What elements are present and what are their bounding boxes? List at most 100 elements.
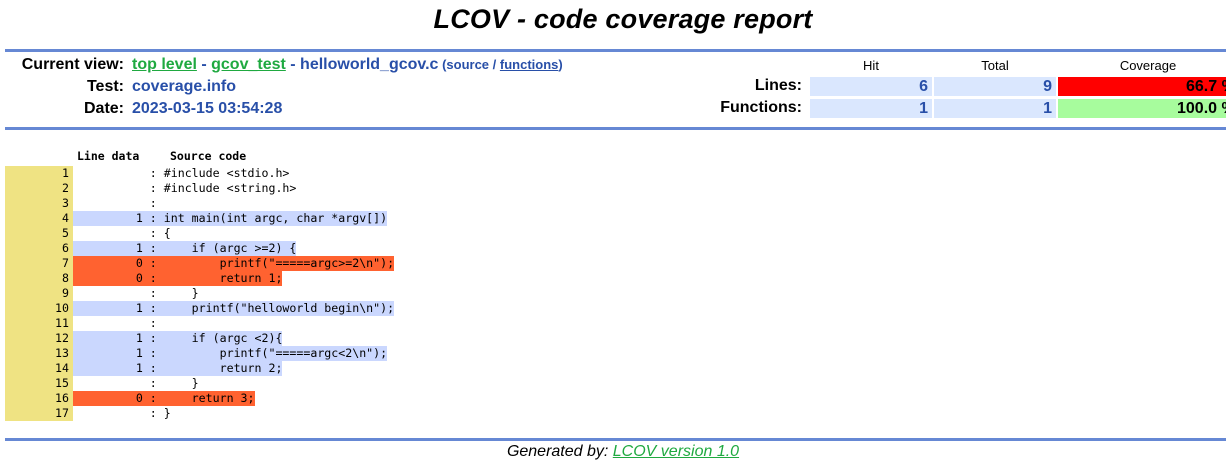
source-line: 5 : {	[5, 226, 394, 241]
footer: Generated by: LCOV version 1.0	[0, 443, 1226, 461]
line-separator: :	[142, 316, 164, 330]
line-separator: :	[142, 226, 164, 240]
generated-by-label: Generated by:	[506, 443, 613, 460]
test-value: coverage.info	[132, 78, 237, 95]
functions-view-link[interactable]: functions	[500, 57, 559, 72]
line-separator: :	[142, 256, 164, 270]
source-line: 7 0 : printf("=====argc>=2\n");	[5, 256, 395, 271]
line-source-text: printf("=====argc<2\n");	[163, 346, 388, 360]
date-value: 2023-03-15 03:54:28	[132, 100, 283, 117]
source-line: 11 :	[5, 316, 394, 331]
line-count: 1	[73, 331, 143, 345]
line-source-text: }	[163, 376, 199, 390]
line-number: 6	[5, 241, 73, 256]
line-source-text: {	[163, 226, 171, 240]
source-line: 3 :	[5, 196, 394, 211]
line-count: 1	[73, 241, 143, 255]
paren-close: )	[558, 57, 563, 72]
line-count	[73, 376, 143, 390]
line-count	[73, 196, 143, 210]
line-separator: :	[142, 406, 164, 420]
line-number: 4	[5, 211, 73, 226]
line-body: : {	[73, 226, 171, 241]
line-body: : }	[73, 376, 199, 391]
source-line: 9 : }	[5, 286, 394, 301]
line-source-text: if (argc <2){	[163, 331, 283, 345]
source-line: 4 1 : int main(int argc, char *argv[])	[5, 211, 394, 226]
line-body: : }	[73, 406, 171, 421]
line-source-text: #include <string.h>	[163, 181, 297, 195]
line-count: 0	[73, 256, 143, 270]
breadcrumb-top-level-link[interactable]: top level	[132, 56, 197, 73]
line-number: 10	[5, 301, 73, 316]
line-body: 1 : printf("=====argc<2\n");	[73, 346, 388, 361]
line-source-text: printf("=====argc>=2\n");	[163, 256, 395, 270]
breadcrumb-separator: -	[196, 56, 212, 73]
line-body: :	[73, 316, 164, 331]
line-separator: :	[142, 181, 164, 195]
line-body: 1 : if (argc <2){	[73, 331, 283, 346]
breadcrumb: top level - gcov_test - helloworld_gcov.…	[132, 56, 563, 74]
line-count: 1	[73, 211, 143, 225]
line-count	[73, 316, 143, 330]
header-bottom-rule	[5, 127, 1226, 130]
col-head-hit: Hit	[863, 58, 879, 73]
current-view-label: Current view:	[21, 56, 124, 73]
line-count	[73, 166, 143, 180]
line-separator: :	[142, 271, 164, 285]
line-body: 1 : int main(int argc, char *argv[])	[73, 211, 388, 226]
line-body: 1 : printf("helloworld begin\n");	[73, 301, 395, 316]
source-listing: 1 : #include <stdio.h> 2 : #include <stri…	[5, 166, 395, 421]
col-head-total: Total	[981, 58, 1009, 73]
source-code-heading: Source code	[170, 149, 247, 163]
line-separator: :	[142, 391, 164, 405]
line-count: 0	[73, 391, 143, 405]
line-count	[73, 226, 143, 240]
page-title: LCOV - code coverage report	[433, 4, 813, 34]
line-source-text: return 3;	[163, 391, 255, 405]
source-line: 1 : #include <stdio.h>	[5, 166, 394, 181]
line-data-heading: Line data	[77, 149, 140, 163]
line-separator: :	[142, 361, 164, 375]
source-line: 15 : }	[5, 376, 394, 391]
source-line: 2 : #include <string.h>	[5, 181, 394, 196]
source-line: 14 1 : return 2;	[5, 361, 394, 376]
line-body: 0 : return 1;	[73, 271, 283, 286]
functions-label: Functions:	[720, 99, 802, 116]
line-count	[73, 406, 143, 420]
date-label: Date:	[83, 100, 124, 117]
line-separator: :	[142, 301, 164, 315]
functions-hit: 1	[810, 99, 932, 118]
line-number: 15	[5, 376, 73, 391]
line-number: 1	[5, 166, 73, 181]
line-source-text: printf("helloworld begin\n");	[163, 301, 395, 315]
line-number: 8	[5, 271, 73, 286]
line-source-text: if (argc >=2) {	[163, 241, 297, 255]
line-number: 3	[5, 196, 73, 211]
line-separator: :	[142, 241, 164, 255]
line-separator: :	[142, 376, 164, 390]
line-number: 11	[5, 316, 73, 331]
line-separator: :	[142, 331, 164, 345]
line-number: 7	[5, 256, 73, 271]
line-body: 0 : return 3;	[73, 391, 255, 406]
header-top-rule	[5, 49, 1226, 52]
view-separator: /	[489, 57, 500, 72]
lcov-version-link[interactable]: LCOV version 1.0	[613, 443, 739, 460]
line-source-text: }	[163, 286, 199, 300]
line-body: 1 : if (argc >=2) {	[73, 241, 297, 256]
line-number: 16	[5, 391, 73, 406]
source-line: 10 1 : printf("helloworld begin\n");	[5, 301, 395, 316]
source-line: 13 1 : printf("=====argc<2\n");	[5, 346, 394, 361]
line-number: 9	[5, 286, 73, 301]
line-source-text: return 1;	[163, 271, 283, 285]
line-number: 17	[5, 406, 73, 421]
line-body: :	[73, 196, 164, 211]
line-count: 1	[73, 361, 143, 375]
lines-label: Lines:	[754, 77, 802, 94]
footer-rule	[5, 438, 1226, 441]
line-number: 2	[5, 181, 73, 196]
line-number: 12	[5, 331, 73, 346]
lines-hit: 6	[810, 77, 932, 96]
breadcrumb-dir-link[interactable]: gcov_test	[211, 56, 286, 73]
